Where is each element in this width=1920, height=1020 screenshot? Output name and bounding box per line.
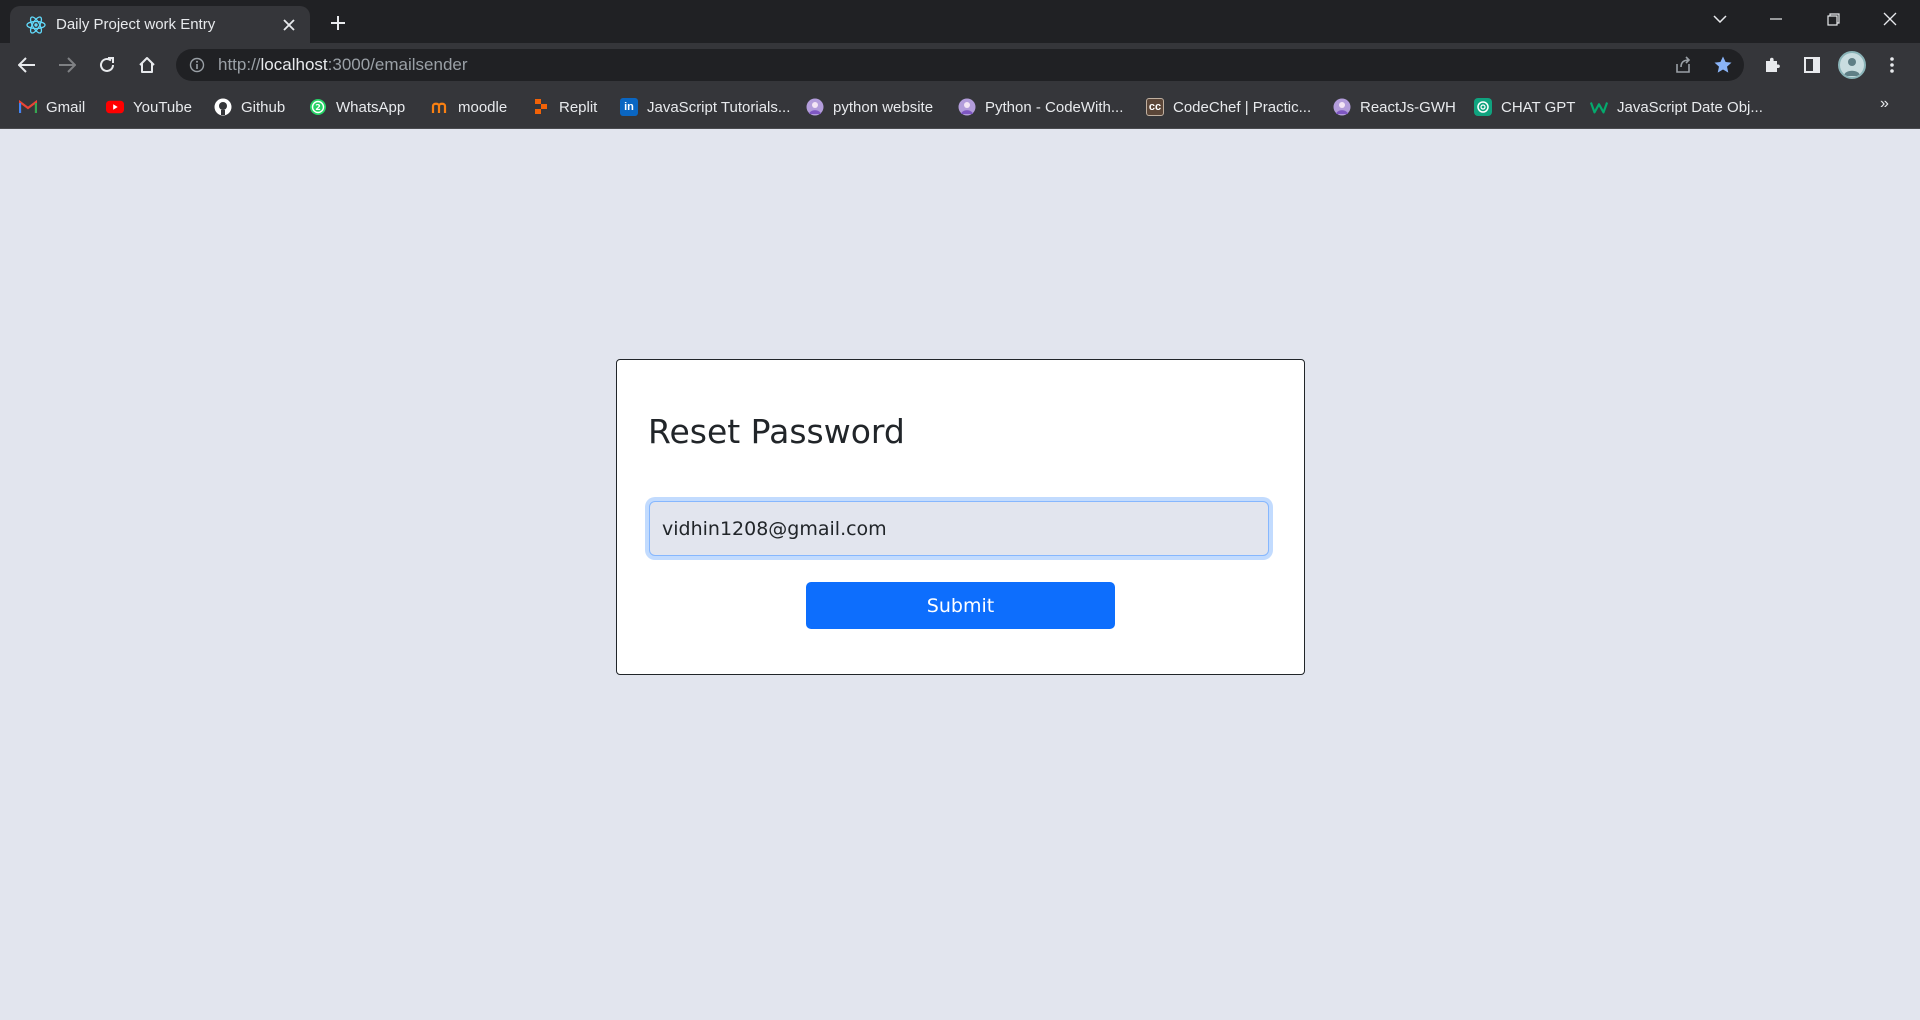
bookmark-python-codewith[interactable]: Python - CodeWith...	[958, 94, 1123, 120]
bookmark-gmail[interactable]: Gmail	[19, 94, 85, 120]
bookmark-github[interactable]: Github	[214, 94, 285, 120]
page-title: Reset Password	[648, 412, 905, 451]
codewithharry-icon	[1333, 98, 1351, 116]
react-icon	[26, 15, 46, 35]
bookmarks-bar: Gmail YouTube Github 2 WhatsApp moodle R…	[0, 86, 1920, 129]
minimize-icon[interactable]	[1748, 0, 1804, 38]
bookmark-javascript-tutorials[interactable]: in JavaScript Tutorials...	[620, 94, 790, 120]
restore-icon[interactable]	[1805, 0, 1861, 38]
bookmark-whatsapp[interactable]: 2 WhatsApp	[309, 94, 405, 120]
bookmarks-overflow-button[interactable]: »	[1880, 95, 1889, 113]
github-icon	[214, 98, 232, 116]
submit-button[interactable]: Submit	[806, 582, 1115, 629]
browser-titlebar: Daily Project work Entry	[0, 0, 1920, 43]
svg-text:2: 2	[315, 103, 321, 112]
codewithharry-icon	[806, 98, 824, 116]
moodle-icon	[431, 98, 449, 116]
gmail-icon	[19, 98, 37, 116]
bookmark-moodle[interactable]: moodle	[431, 94, 507, 120]
close-window-icon[interactable]	[1862, 0, 1918, 38]
codechef-icon: cc	[1146, 98, 1164, 116]
bookmark-reactjs-gwh[interactable]: ReactJs-GWH	[1333, 94, 1456, 120]
bookmark-javascript-date[interactable]: JavaScript Date Obj...	[1590, 94, 1763, 120]
tab-search-icon[interactable]	[1692, 0, 1748, 38]
url-text: http://localhost:3000/emailsender	[218, 55, 468, 74]
email-field[interactable]	[649, 501, 1269, 556]
tab-title: Daily Project work Entry	[56, 16, 216, 33]
linkedin-icon: in	[620, 98, 638, 116]
bookmark-youtube[interactable]: YouTube	[106, 94, 192, 120]
address-bar[interactable]: http://localhost:3000/emailsender	[176, 49, 1744, 81]
bookmark-replit[interactable]: Replit	[532, 94, 597, 120]
extensions-icon[interactable]	[1756, 49, 1788, 81]
bookmark-star-icon[interactable]	[1707, 49, 1739, 81]
back-icon[interactable]	[11, 49, 43, 81]
new-tab-icon[interactable]	[324, 9, 352, 37]
browser-toolbar: http://localhost:3000/emailsender	[0, 43, 1920, 86]
youtube-icon	[106, 98, 124, 116]
browser-menu-icon[interactable]	[1876, 49, 1908, 81]
reset-password-card: Reset Password Submit	[616, 359, 1305, 675]
replit-icon	[532, 98, 550, 116]
share-icon[interactable]	[1667, 49, 1699, 81]
active-tab[interactable]: Daily Project work Entry	[10, 6, 310, 43]
codewithharry-icon	[958, 98, 976, 116]
whatsapp-icon: 2	[309, 98, 327, 116]
bookmark-codechef[interactable]: cc CodeChef | Practic...	[1146, 94, 1311, 120]
forward-icon[interactable]	[51, 49, 83, 81]
bookmark-chat-gpt[interactable]: CHAT GPT	[1474, 94, 1575, 120]
close-tab-icon[interactable]	[278, 14, 300, 36]
profile-avatar[interactable]	[1838, 51, 1866, 79]
bookmark-python-website[interactable]: python website	[806, 94, 933, 120]
home-icon[interactable]	[131, 49, 163, 81]
side-panel-icon[interactable]	[1796, 49, 1828, 81]
w3schools-icon	[1590, 98, 1608, 116]
reload-icon[interactable]	[91, 49, 123, 81]
chatgpt-icon	[1474, 98, 1492, 116]
site-info-icon[interactable]	[188, 56, 206, 74]
